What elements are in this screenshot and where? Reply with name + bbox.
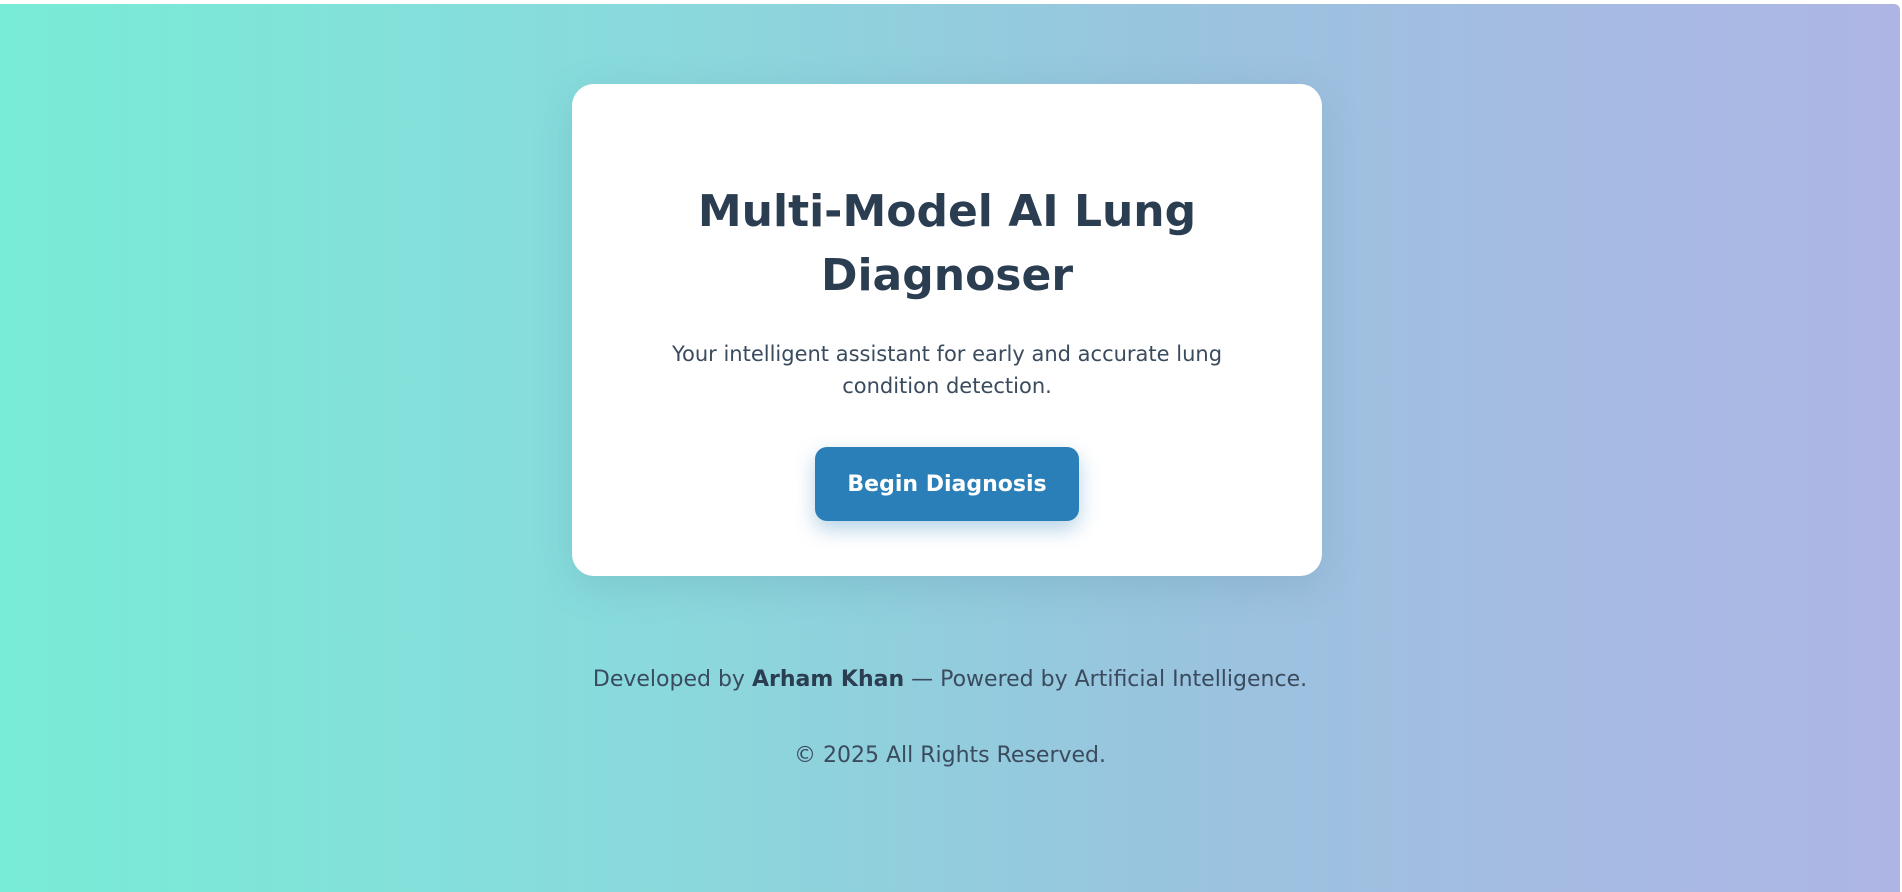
page-background: Multi-Model AI Lung Diagnoser Your intel… [0, 4, 1900, 892]
footer-credit: Developed by Arham Khan — Powered by Art… [0, 664, 1900, 696]
footer-copyright: © 2025 All Rights Reserved. [793, 743, 1107, 768]
footer-credit-suffix: — Powered by Artificial Intelligence. [904, 667, 1308, 692]
hero-card: Multi-Model AI Lung Diagnoser Your intel… [572, 84, 1322, 576]
hero-subtitle: Your intelligent assistant for early and… [671, 342, 1223, 398]
begin-diagnosis-button[interactable]: Begin Diagnosis [815, 447, 1079, 521]
footer-author-name: Arham Khan [751, 667, 905, 692]
page-title: Multi-Model AI Lung Diagnoser [697, 186, 1197, 301]
footer-credit-prefix: Developed by [592, 667, 752, 692]
